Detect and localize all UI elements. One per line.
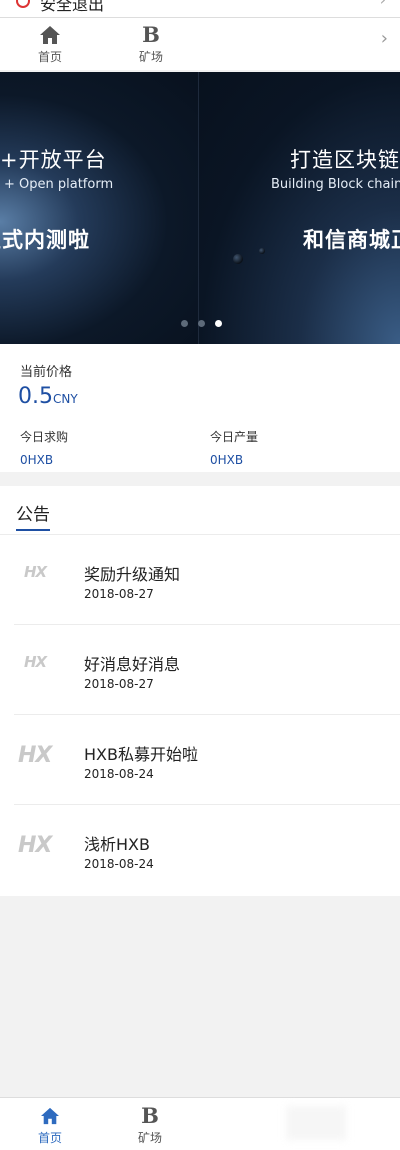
announcement-item-title: 奖励升级通知: [84, 565, 181, 584]
b-letter-icon: B: [120, 1105, 180, 1127]
power-icon: [16, 0, 30, 8]
logout-bar[interactable]: 安全退出 ›: [0, 0, 400, 18]
current-price-label: 当前价格: [20, 365, 73, 380]
announcement-item-date: 2018-08-24: [84, 857, 154, 871]
hx-logo-icon: HX: [18, 833, 52, 858]
banner-right-title: 打造区块链: [290, 148, 400, 172]
announcement-item-date: 2018-08-27: [84, 677, 154, 691]
bottom-nav-mine[interactable]: B 矿场: [120, 1105, 180, 1146]
chevron-right-icon: ›: [380, 0, 386, 9]
today-buy-label: 今日求购: [20, 430, 69, 444]
price-unit: CNY: [53, 392, 78, 406]
announcement-item-title: 浅析HXB: [84, 835, 150, 854]
price-panel: 当前价格 0.5CNY 今日求购 0HXB 今日产量 0HXB: [0, 344, 400, 472]
home-icon: [20, 24, 80, 46]
banner-carousel[interactable]: +开放平台 + Open platform 正式内测啦 打造区块链 Buildi…: [0, 72, 400, 344]
logout-label: 安全退出: [40, 0, 105, 14]
announcement-item[interactable]: HX 奖励升级通知 2018-08-27: [14, 535, 400, 625]
logo-text: HX: [18, 743, 52, 768]
logo-text: HX: [24, 563, 47, 581]
announcement-item[interactable]: HX 浅析HXB 2018-08-24: [14, 805, 400, 895]
banner-right-headline: 和信商城正: [303, 228, 400, 252]
planet-small: [233, 254, 243, 264]
blurred-area: [286, 1106, 346, 1140]
carousel-dot[interactable]: [180, 320, 188, 327]
top-nav: 首页 B 矿场 ›: [0, 18, 400, 70]
logo-text: HX: [18, 833, 52, 858]
bottom-nav-mine-label: 矿场: [137, 1131, 162, 1145]
banner-left-headline: 正式内测啦: [0, 228, 90, 252]
home-icon: [20, 1105, 80, 1127]
logo-text: HX: [24, 653, 47, 671]
top-nav-mine-label: 矿场: [138, 50, 163, 64]
current-price-value: 0.5CNY: [18, 384, 78, 409]
top-nav-home-label: 首页: [37, 50, 62, 64]
banner-slide-left: +开放平台 + Open platform 正式内测啦: [0, 72, 198, 344]
today-output-label: 今日产量: [210, 430, 259, 444]
banner-right-subtitle: Building Block chain: [271, 177, 400, 192]
announcement-title[interactable]: 公告: [16, 500, 50, 531]
carousel-dot-active[interactable]: [214, 320, 222, 327]
today-output-value: 0HXB: [210, 453, 244, 467]
banner-left-title: +开放平台: [0, 148, 107, 172]
b-letter-glyph: B: [141, 1103, 159, 1128]
hx-logo-icon: HX: [18, 743, 52, 768]
announcement-item-date: 2018-08-27: [84, 587, 154, 601]
banner-slide-right: 打造区块链 Building Block chain 和信商城正: [199, 72, 400, 344]
b-letter-icon: B: [121, 24, 181, 46]
bottom-nav: 首页 B 矿场: [0, 1097, 400, 1150]
carousel-dots: [0, 320, 400, 327]
price-number: 0.5: [18, 384, 53, 409]
announcement-item[interactable]: HX 好消息好消息 2018-08-27: [14, 625, 400, 715]
top-nav-mine[interactable]: B 矿场: [121, 24, 181, 65]
planet-tiny: [259, 248, 265, 254]
announcement-item-title: 好消息好消息: [84, 655, 181, 674]
announcement-panel: 公告 HX 奖励升级通知 2018-08-27 HX 好消息好消息 2018-0…: [0, 486, 400, 896]
today-buy-stat: 今日求购 0HXB: [20, 428, 68, 467]
chevron-right-icon[interactable]: ›: [381, 28, 388, 49]
b-letter-glyph: B: [142, 22, 160, 47]
carousel-dot[interactable]: [197, 320, 205, 327]
today-buy-value: 0HXB: [20, 453, 54, 467]
top-nav-home[interactable]: 首页: [20, 24, 80, 65]
announcement-item[interactable]: HX HXB私募开始啦 2018-08-24: [14, 715, 400, 805]
announcement-item-date: 2018-08-24: [84, 767, 154, 781]
banner-left-subtitle: + Open platform: [4, 177, 114, 192]
today-output-stat: 今日产量 0HXB: [210, 428, 258, 467]
hx-logo-icon: HX: [24, 563, 47, 581]
hx-logo-icon: HX: [24, 653, 47, 671]
bottom-nav-home-label: 首页: [37, 1131, 62, 1145]
bottom-nav-home[interactable]: 首页: [20, 1105, 80, 1146]
announcement-item-title: HXB私募开始啦: [84, 745, 198, 764]
